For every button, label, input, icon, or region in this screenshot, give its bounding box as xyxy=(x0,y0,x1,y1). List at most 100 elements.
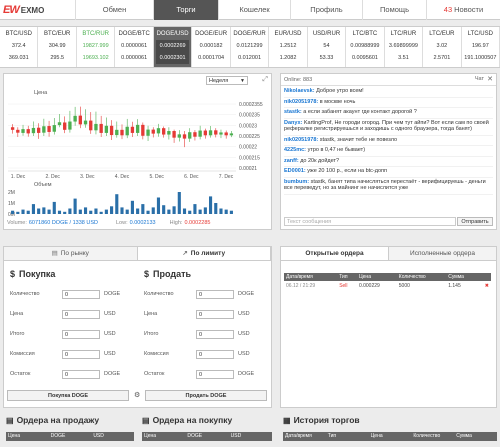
volume-value: 6071860 DOGE / 1338 USD xyxy=(28,220,98,226)
sell-button[interactable]: Продать DOGE xyxy=(145,390,267,401)
column-header[interactable]: Тип xyxy=(337,273,357,281)
column-header[interactable]: Количество xyxy=(396,273,447,281)
ticker-pair-btc-rur[interactable]: BTC/RUR 19827.999 19693.102 xyxy=(77,27,116,67)
ticker-pair-doge-btc[interactable]: DOGE/BTC 0.0000061 0.0000061 xyxy=(115,27,154,67)
sell-orders-title: ▤ Ордера на продажу xyxy=(6,414,134,426)
tab-open-orders[interactable]: Открытые ордера xyxy=(281,247,389,260)
ticker-pair-ltc-eur[interactable]: LTC/EUR 3.02 2.5701 xyxy=(423,27,462,67)
column-header[interactable]: DOGE xyxy=(49,432,92,441)
chat-username[interactable]: stastk: xyxy=(284,109,302,115)
column-header[interactable]: Цена xyxy=(369,432,412,441)
volume-bar xyxy=(120,207,124,214)
chat-username[interactable]: zanff: xyxy=(284,158,299,164)
ticker-pair-doge-eur[interactable]: DOGE/EUR 0.000182 0.0001704 xyxy=(192,27,231,67)
volume-title: Объем xyxy=(34,182,52,188)
volume-bar xyxy=(141,204,145,214)
buy-orders-section: ▤ Ордера на покупку Цена DOGE USD xyxy=(142,414,272,447)
ticker-pair-ltc-usd[interactable]: LTC/USD 196.97 191.1000507 xyxy=(462,27,500,67)
volume-bar xyxy=(42,207,46,214)
chat-username[interactable]: Nikolaevsk: xyxy=(284,88,315,94)
sell-orders-header: Цена DOGE USD xyxy=(6,432,134,441)
chat-username[interactable]: nik02051978: xyxy=(284,137,318,143)
chat-message-input[interactable]: Текст сообщения xyxy=(284,217,456,226)
sell-field-input[interactable]: 0 xyxy=(196,289,234,299)
buy-button[interactable]: Покупка DOGE xyxy=(7,390,129,401)
ticker-buy-price: 295.5 xyxy=(50,55,65,61)
column-header[interactable]: Сумма xyxy=(446,273,478,281)
column-header[interactable]: Дата/время xyxy=(283,432,326,441)
period-select[interactable]: Неделя ▼ xyxy=(206,76,248,85)
ticker-pair-btc-usd[interactable]: BTC/USD 372.4 369.031 xyxy=(0,27,39,67)
chat-send-button[interactable]: Отправить xyxy=(457,217,493,226)
volume-bar xyxy=(172,206,176,214)
buy-field-input[interactable]: 0 xyxy=(62,289,100,299)
nav-tab-help[interactable]: Помощь xyxy=(362,0,426,20)
column-header[interactable]: Сумма xyxy=(454,432,497,441)
ticker-pair-ltc-btc[interactable]: LTC/BTC 0.00988999 0.0095601 xyxy=(346,27,385,67)
ticker-pair-ltc-rur[interactable]: LTC/RUR 3.69899999 3.51 xyxy=(385,27,424,67)
close-icon[interactable]: ✕ xyxy=(487,75,493,83)
candle-body xyxy=(99,123,103,133)
chat-message: zanff: до 20к дойдет? xyxy=(284,157,493,167)
buy-field-input[interactable]: 0 xyxy=(62,329,100,339)
section-title-text: Ордера на покупку xyxy=(152,415,233,425)
buy-field-input[interactable]: 0 xyxy=(62,369,100,379)
date-tick-label: 1. Dec xyxy=(11,174,26,180)
column-header[interactable]: DOGE xyxy=(185,432,228,441)
chat-username[interactable]: 4225mc: xyxy=(284,147,306,153)
column-header[interactable]: Цена xyxy=(6,432,49,441)
chat-username[interactable]: Danyx: xyxy=(284,120,302,126)
sell-field-input[interactable]: 0 xyxy=(196,329,234,339)
buy-field-input[interactable]: 0 xyxy=(62,349,100,359)
tab-market-order[interactable]: ▤ По рынку xyxy=(4,247,137,260)
nav-tab-exchange[interactable]: Обмен xyxy=(75,0,153,20)
volume-bar xyxy=(73,198,77,214)
price-chart: Цена 0.0002355 0.000235 0.00023 0.000225 0.00… xyxy=(8,90,263,218)
column-header[interactable]: Цена xyxy=(356,273,397,281)
nav-tab-label: Торги xyxy=(176,5,196,14)
chat-language[interactable]: Чат xyxy=(475,76,484,82)
order-date: 06.12 / 21:29 xyxy=(286,282,316,289)
ticker-pair-doge-rur[interactable]: DOGE/RUR 0.0121299 0.012001 xyxy=(231,27,270,67)
tab-completed-orders[interactable]: Исполненные ордера xyxy=(389,247,496,260)
column-header[interactable]: Тип xyxy=(326,432,369,441)
chat-username[interactable]: bumbum: xyxy=(284,179,309,185)
volume-bar xyxy=(68,208,72,214)
ticker-sell-price: 372.4 xyxy=(11,43,26,49)
chat-username[interactable]: ED0001: xyxy=(284,168,306,174)
buy-field-input[interactable]: 0 xyxy=(62,309,100,319)
ticker-pair-doge-usd[interactable]: DOGE/USD 0.0002269 0.0002301 xyxy=(153,27,193,67)
trade-panel: ▤ По рынку ↗ По лимиту $ Покупка Количество… xyxy=(3,246,272,408)
tab-limit-order[interactable]: ↗ По лимиту xyxy=(136,247,271,260)
sell-field-row: Остаток 0 DOGE xyxy=(144,364,272,384)
nav-tab-wallet[interactable]: Кошелек xyxy=(218,0,290,20)
column-header[interactable]: Дата/время xyxy=(284,273,338,281)
arrow-icon: ↗ xyxy=(182,250,188,257)
date-tick-label: 5. Dec xyxy=(149,174,164,180)
sell-field-input[interactable]: 0 xyxy=(196,349,234,359)
nav-tab-trading[interactable]: Торги xyxy=(153,0,218,20)
gear-icon[interactable]: ⚙ xyxy=(134,391,140,399)
sell-field-input[interactable]: 0 xyxy=(196,369,234,379)
candle-body xyxy=(198,130,202,137)
sell-field-input[interactable]: 0 xyxy=(196,309,234,319)
ticker-sell-price: 3.02 xyxy=(436,43,448,49)
column-header[interactable]: Цена xyxy=(142,432,185,441)
delete-order-icon[interactable]: ✖ xyxy=(478,281,491,290)
column-header[interactable]: Количество xyxy=(411,432,454,441)
ticker-pair-btc-eur[interactable]: BTC/EUR 304.99 295.5 xyxy=(38,27,77,67)
expand-icon[interactable]: ⤢ xyxy=(262,76,268,84)
exmo-logo[interactable]: EW EXMO xyxy=(3,4,44,16)
column-header[interactable]: USD xyxy=(91,432,134,441)
order-type: Sell xyxy=(339,282,348,289)
field-label: Количество xyxy=(144,291,174,297)
ticker-pair-eur-usd[interactable]: EUR/USD 1.2512 1.2082 xyxy=(269,27,308,67)
ticker-pair-name: USD/RUR xyxy=(312,31,341,37)
ticker-buy-price: 3.51 xyxy=(398,55,409,61)
column-header[interactable]: USD xyxy=(229,432,272,441)
ticker-pair-usd-rur[interactable]: USD/RUR 54 53.33 xyxy=(308,27,347,67)
nav-tab-profile[interactable]: Профиль xyxy=(290,0,362,20)
volume-bar xyxy=(110,206,114,214)
nav-tab-news[interactable]: 43 Новости xyxy=(426,0,500,20)
chat-username[interactable]: nik02051978: xyxy=(284,99,318,105)
